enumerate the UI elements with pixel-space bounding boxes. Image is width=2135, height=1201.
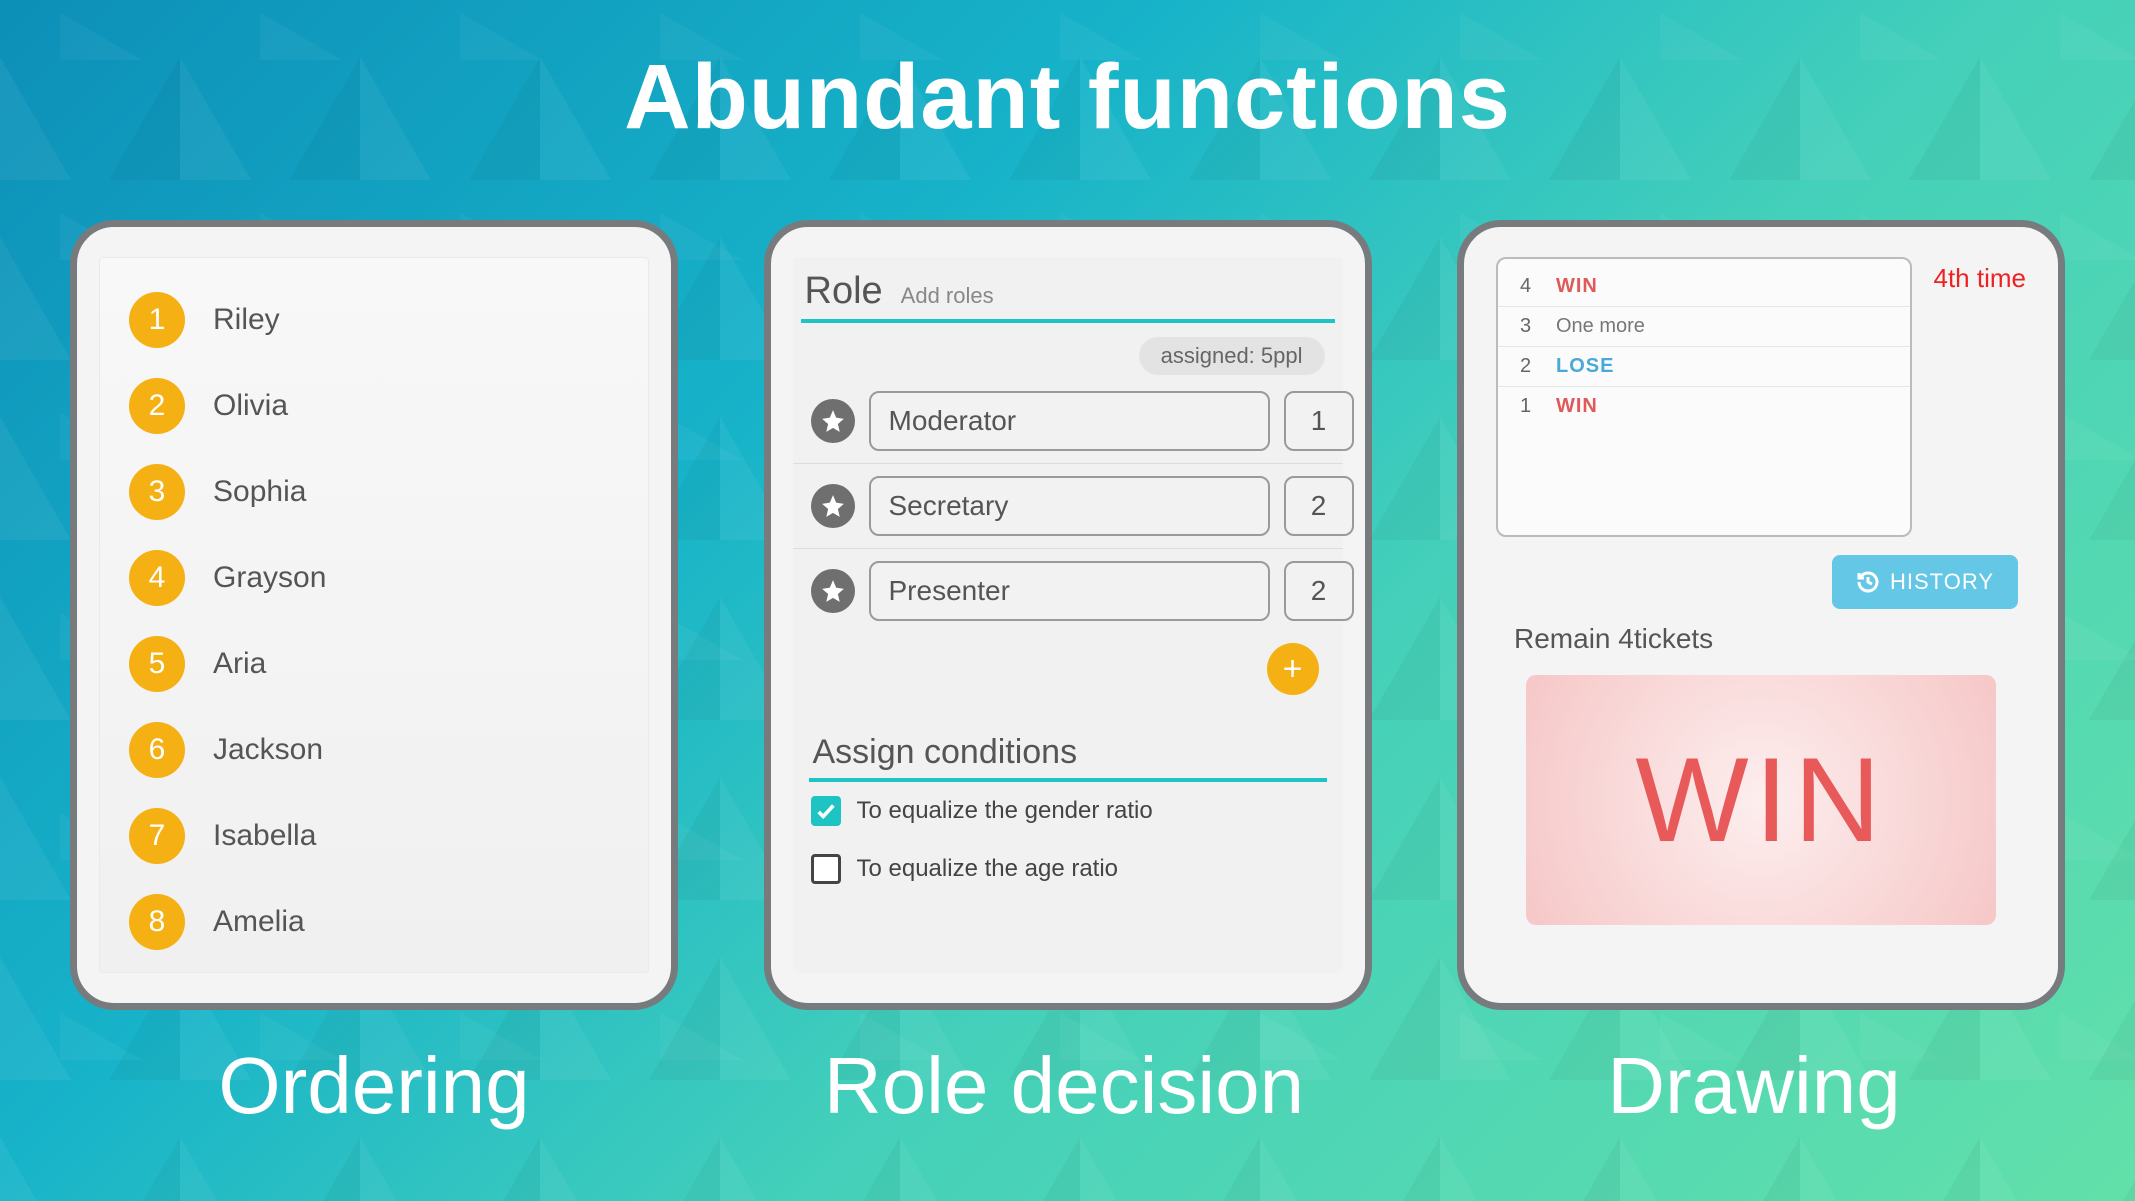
history-list: 4 WIN 3 One more 2 LOSE 1 WIN bbox=[1496, 257, 1912, 537]
add-role-button[interactable]: + bbox=[1267, 643, 1319, 695]
order-name: Olivia bbox=[213, 389, 288, 423]
order-badge: 4 bbox=[129, 550, 185, 606]
list-item[interactable]: 5 Aria bbox=[129, 621, 619, 707]
star-icon bbox=[811, 399, 855, 443]
history-index: 3 bbox=[1520, 315, 1538, 338]
history-button[interactable]: HISTORY bbox=[1832, 555, 2018, 609]
role-card: Role Add roles assigned: 5ppl pplpplppl … bbox=[764, 220, 1372, 1010]
role-name-input[interactable] bbox=[869, 391, 1270, 451]
result-text: WIN bbox=[1635, 731, 1886, 869]
checkbox[interactable] bbox=[811, 854, 841, 884]
role-subheading: Add roles bbox=[901, 283, 994, 309]
order-name: Riley bbox=[213, 303, 280, 337]
order-badge: 3 bbox=[129, 464, 185, 520]
order-name: Sophia bbox=[213, 475, 306, 509]
role-count-input[interactable] bbox=[1284, 561, 1354, 621]
role-row: ppl bbox=[793, 379, 1343, 464]
ordering-card: 1 Riley 2 Olivia 3 Sophia 4 Grayson 5 Aria 6 Jackso… bbox=[70, 220, 678, 1010]
order-badge: 8 bbox=[129, 894, 185, 950]
history-row: 1 WIN bbox=[1498, 387, 1910, 426]
role-heading-text: Role bbox=[805, 270, 883, 313]
conditions-heading: Assign conditions bbox=[809, 725, 1327, 782]
ordering-subtitle: Ordering bbox=[70, 1040, 678, 1132]
list-item[interactable]: 2 Olivia bbox=[129, 363, 619, 449]
history-index: 1 bbox=[1520, 395, 1538, 418]
history-result: WIN bbox=[1556, 395, 1598, 418]
role-name-input[interactable] bbox=[869, 476, 1270, 536]
condition-row[interactable]: To equalize the age ratio bbox=[801, 840, 1335, 898]
role-subtitle: Role decision bbox=[760, 1040, 1368, 1132]
list-item[interactable]: 4 Grayson bbox=[129, 535, 619, 621]
history-button-label: HISTORY bbox=[1890, 569, 1994, 595]
history-index: 2 bbox=[1520, 355, 1538, 378]
drawing-card: 4WIN3One more2LOSE1WIN 4th time HISTORY … bbox=[1457, 220, 2065, 1010]
list-item[interactable]: 1 Riley bbox=[129, 277, 619, 363]
remain-label: Remain 4tickets bbox=[1514, 623, 2036, 655]
history-row: 2 LOSE bbox=[1498, 347, 1910, 387]
list-item[interactable]: 6 Jackson bbox=[129, 707, 619, 793]
history-icon bbox=[1856, 570, 1880, 594]
role-count-input[interactable] bbox=[1284, 476, 1354, 536]
order-name: Grayson bbox=[213, 561, 326, 595]
role-row: ppl bbox=[793, 549, 1343, 633]
order-badge: 6 bbox=[129, 722, 185, 778]
condition-label: To equalize the gender ratio bbox=[857, 797, 1153, 825]
order-name: Isabella bbox=[213, 819, 316, 853]
order-name: Jackson bbox=[213, 733, 323, 767]
history-result: WIN bbox=[1556, 275, 1598, 298]
role-row: ppl bbox=[793, 464, 1343, 549]
ordering-list: 1 Riley 2 Olivia 3 Sophia 4 Grayson 5 Aria 6 Jackso… bbox=[99, 257, 649, 973]
draw-time-label: 4th time bbox=[1934, 263, 2027, 294]
history-row: 3 One more bbox=[1498, 307, 1910, 347]
ppl-suffix: ppl bbox=[1368, 594, 1372, 617]
order-badge: 1 bbox=[129, 292, 185, 348]
conditions-heading-text: Assign conditions bbox=[813, 733, 1078, 772]
ppl-suffix: ppl bbox=[1368, 424, 1372, 447]
history-index: 4 bbox=[1520, 275, 1538, 298]
order-badge: 7 bbox=[129, 808, 185, 864]
history-result: LOSE bbox=[1556, 355, 1614, 378]
assigned-pill: assigned: 5ppl bbox=[1139, 337, 1325, 375]
drawing-subtitle: Drawing bbox=[1450, 1040, 2058, 1132]
history-result: One more bbox=[1556, 315, 1645, 338]
order-badge: 5 bbox=[129, 636, 185, 692]
ppl-suffix: ppl bbox=[1368, 509, 1372, 532]
list-item[interactable]: 8 Amelia bbox=[129, 879, 619, 965]
order-name: Amelia bbox=[213, 905, 305, 939]
page-title: Abundant functions bbox=[0, 45, 2135, 150]
list-item[interactable]: 7 Isabella bbox=[129, 793, 619, 879]
history-row: 4 WIN bbox=[1498, 267, 1910, 307]
condition-row[interactable]: To equalize the gender ratio bbox=[801, 782, 1335, 840]
role-count-input[interactable] bbox=[1284, 391, 1354, 451]
cards-row: 1 Riley 2 Olivia 3 Sophia 4 Grayson 5 Aria 6 Jackso… bbox=[70, 220, 2065, 1010]
role-name-input[interactable] bbox=[869, 561, 1270, 621]
role-heading: Role Add roles bbox=[801, 262, 1335, 323]
list-item[interactable]: 3 Sophia bbox=[129, 449, 619, 535]
star-icon bbox=[811, 569, 855, 613]
condition-label: To equalize the age ratio bbox=[857, 855, 1119, 883]
order-badge: 2 bbox=[129, 378, 185, 434]
result-panel: WIN bbox=[1526, 675, 1996, 925]
star-icon bbox=[811, 484, 855, 528]
checkbox[interactable] bbox=[811, 796, 841, 826]
order-name: Aria bbox=[213, 647, 266, 681]
